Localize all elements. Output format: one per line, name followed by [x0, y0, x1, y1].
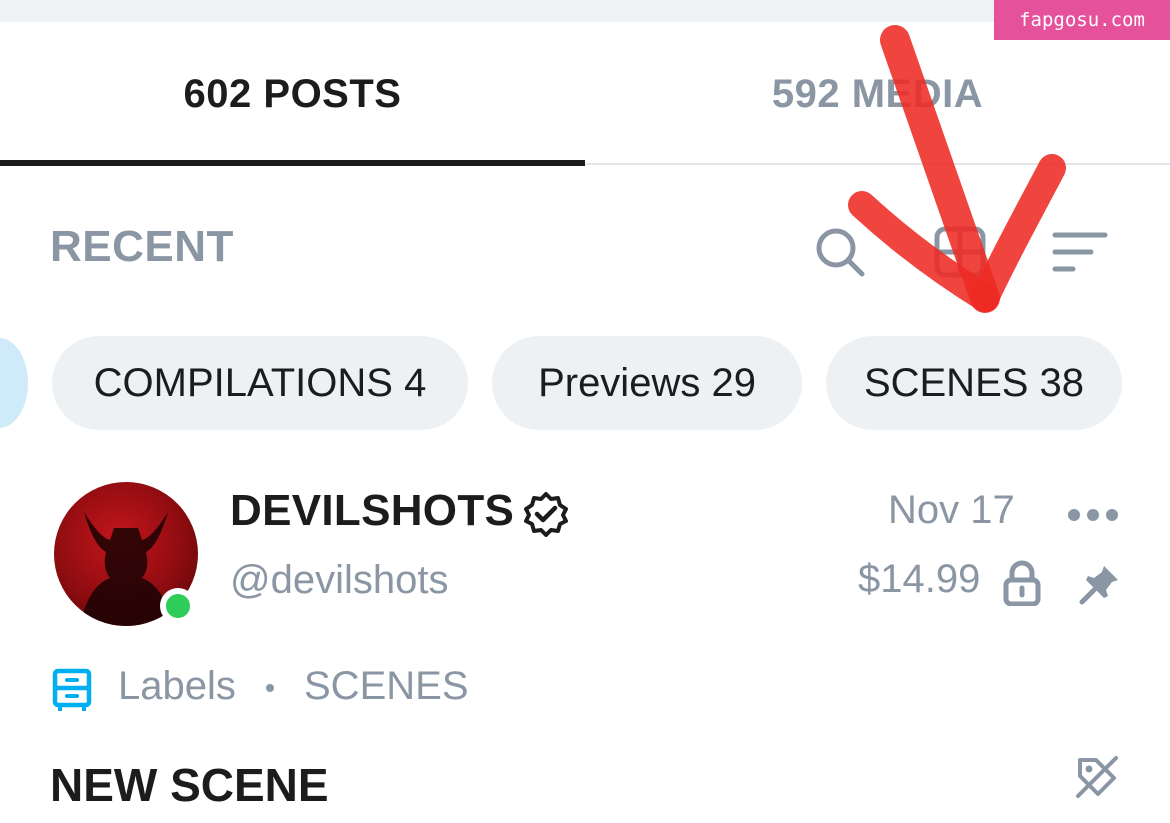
verified-badge-icon: [522, 490, 570, 538]
lock-icon: [1002, 560, 1042, 607]
pin-icon[interactable]: [1078, 562, 1122, 606]
more-options-icon[interactable]: [1066, 502, 1120, 528]
tag-off-icon[interactable]: [1074, 754, 1120, 800]
post-title: NEW SCENE: [50, 759, 329, 811]
username[interactable]: @devilshots: [230, 558, 448, 603]
grid-icon[interactable]: [930, 222, 990, 282]
search-icon[interactable]: [810, 222, 870, 282]
active-tab-indicator: [0, 160, 585, 166]
sort-icon[interactable]: [1050, 222, 1110, 282]
section-title: RECENT: [50, 222, 234, 271]
label-scenes-link[interactable]: SCENES: [304, 664, 469, 709]
tab-posts[interactable]: 602 POSTS: [0, 22, 585, 167]
tab-divider: [585, 163, 1170, 165]
post-date: Nov 17: [888, 488, 1015, 532]
separator-dot: [266, 684, 274, 692]
chip-previews[interactable]: Previews 29: [492, 336, 802, 430]
display-name[interactable]: DEVILSHOTS: [230, 486, 514, 536]
chip-compilations[interactable]: COMPILATIONS 4: [52, 336, 468, 430]
tab-media[interactable]: 592 MEDIA: [585, 22, 1170, 167]
post-price: $14.99: [858, 557, 981, 601]
labels-link[interactable]: Labels: [118, 664, 236, 709]
chip-scenes[interactable]: SCENES 38: [826, 336, 1122, 430]
profile-tabs: 602 POSTS 592 MEDIA: [0, 22, 1170, 167]
labels-drawer-icon: [52, 668, 92, 712]
online-status-dot: [160, 588, 196, 624]
chip-partial[interactable]: [0, 338, 28, 428]
